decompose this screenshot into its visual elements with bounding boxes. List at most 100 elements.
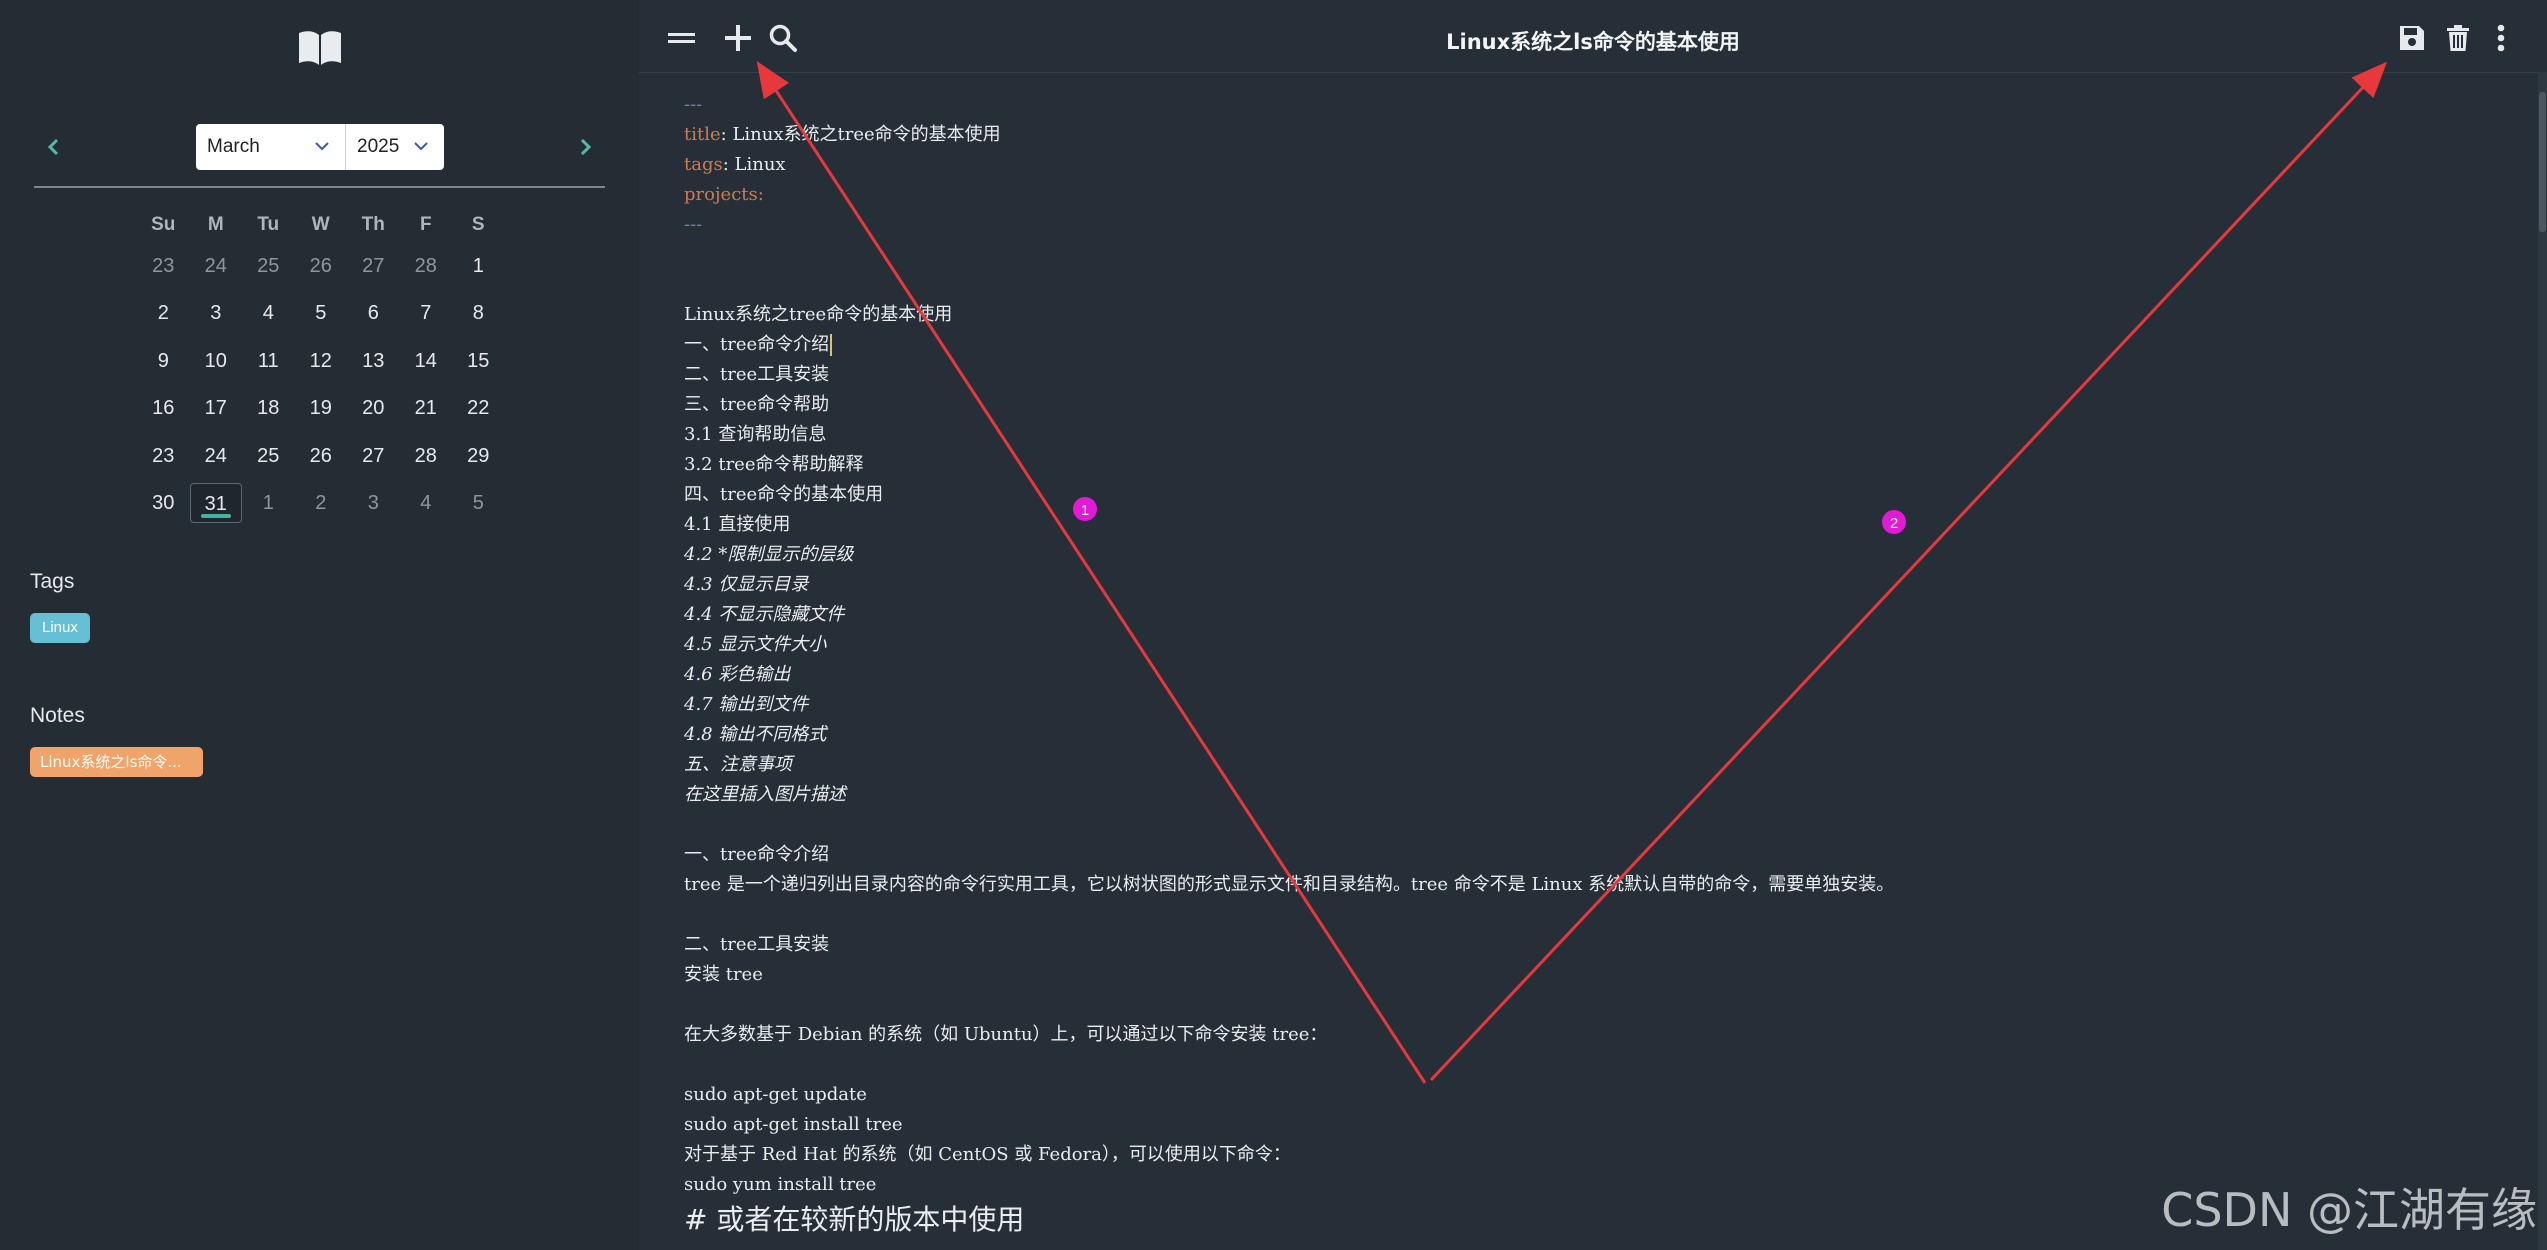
calendar-day[interactable]: 15: [452, 341, 505, 381]
calendar-day[interactable]: 3: [347, 483, 400, 523]
editor-scrollbar[interactable]: [2538, 72, 2547, 1250]
editor-line: 四、tree命令的基本使用: [684, 484, 884, 505]
weekday-label: Tu: [257, 214, 280, 235]
trash-icon[interactable]: [2442, 22, 2474, 54]
calendar-day[interactable]: 19: [295, 388, 348, 428]
calendar-day[interactable]: 4: [242, 293, 295, 333]
editor-line: 一、tree命令介绍: [684, 844, 830, 865]
editor-line: 安装 tree: [684, 964, 763, 985]
calendar-day[interactable]: 5: [452, 483, 505, 523]
calendar-day[interactable]: 14: [400, 341, 453, 381]
calendar-day[interactable]: 8: [452, 293, 505, 333]
frontmatter-tags-line: tags: Linux: [684, 154, 786, 175]
chevron-down-icon: [414, 142, 428, 151]
frontmatter-key: title: [684, 124, 721, 145]
calendar-day[interactable]: 6: [347, 293, 400, 333]
month-year-selector: March 2025: [196, 124, 444, 170]
frontmatter-delimiter: ---: [684, 214, 703, 235]
calendar-day[interactable]: 20: [347, 388, 400, 428]
calendar-day[interactable]: 25: [242, 246, 295, 286]
calendar-day[interactable]: 13: [347, 341, 400, 381]
main-panel: Linux系统之ls命令的基本使用 --- title: Linux系统之tre…: [639, 0, 2547, 1250]
calendar-day[interactable]: 27: [347, 436, 400, 476]
calendar-week-row: 23 24 25 26 27 28 29: [137, 432, 505, 480]
editor-line: 一、tree命令介绍: [684, 334, 830, 355]
calendar-day[interactable]: 9: [137, 341, 190, 381]
book-logo-icon[interactable]: [297, 29, 343, 67]
frontmatter-title-line: title: Linux系统之tree命令的基本使用: [684, 124, 1001, 145]
calendar-day[interactable]: 1: [452, 246, 505, 286]
editor-line: 4.7 输出到文件: [684, 694, 809, 715]
calendar-day[interactable]: 3: [190, 293, 243, 333]
calendar-day[interactable]: 2: [137, 293, 190, 333]
editor-line: 二、tree工具安装: [684, 934, 830, 955]
calendar-day[interactable]: 18: [242, 388, 295, 428]
calendar-day[interactable]: 1: [242, 483, 295, 523]
calendar-day[interactable]: 4: [400, 483, 453, 523]
calendar-divider: [34, 186, 605, 188]
year-select-value: 2025: [357, 136, 400, 157]
calendar-day[interactable]: 26: [295, 246, 348, 286]
markdown-editor[interactable]: --- title: Linux系统之tree命令的基本使用 tags: Lin…: [684, 90, 2474, 1240]
calendar-day[interactable]: 28: [400, 246, 453, 286]
calendar-day[interactable]: 11: [242, 341, 295, 381]
calendar-day[interactable]: 29: [452, 436, 505, 476]
tag-pill-linux[interactable]: Linux: [30, 613, 90, 643]
frontmatter-delimiter: ---: [684, 94, 703, 115]
weekday-label: Su: [151, 214, 176, 235]
frontmatter-value: Linux: [728, 154, 786, 175]
save-icon[interactable]: [2396, 22, 2428, 54]
calendar-day[interactable]: 24: [190, 246, 243, 286]
calendar-day[interactable]: 27: [347, 246, 400, 286]
weekday-label: M: [207, 214, 224, 235]
calendar-day[interactable]: 28: [400, 436, 453, 476]
editor-line: 对于基于 Red Hat 的系统（如 CentOS 或 Fedora），可以使用…: [684, 1144, 1291, 1165]
calendar-day[interactable]: 22: [452, 388, 505, 428]
note-item[interactable]: Linux系统之ls命令...: [30, 747, 203, 777]
editor-line: 在这里插入图片描述: [684, 784, 846, 805]
frontmatter-key: tags: [684, 154, 723, 175]
calendar-day[interactable]: 23: [137, 246, 190, 286]
chevron-left-icon: [47, 138, 59, 156]
frontmatter-key: projects: [684, 184, 758, 205]
chevron-right-icon: [580, 138, 592, 156]
editor-line-with-cursor: 一、tree命令介绍: [684, 330, 2474, 360]
tags-section-title: Tags: [30, 570, 75, 593]
weekday-label: W: [311, 214, 330, 235]
sidebar: March 2025 Su M Tu W Th F S 23 24 25 26: [0, 0, 639, 1250]
scrollbar-thumb[interactable]: [2539, 92, 2546, 232]
next-month-button[interactable]: [570, 132, 600, 162]
calendar-day[interactable]: 26: [295, 436, 348, 476]
calendar-day[interactable]: 16: [137, 388, 190, 428]
calendar-day[interactable]: 17: [190, 388, 243, 428]
weekday-label: Th: [361, 214, 385, 235]
weekday-label: F: [419, 214, 432, 235]
editor-line: sudo apt-get update: [684, 1084, 867, 1105]
year-select[interactable]: 2025: [346, 124, 444, 170]
calendar-day[interactable]: 30: [137, 483, 190, 523]
month-select[interactable]: March: [196, 124, 346, 170]
weekday-label: S: [471, 214, 485, 235]
prev-month-button[interactable]: [39, 132, 69, 162]
calendar-day[interactable]: 21: [400, 388, 453, 428]
calendar-day[interactable]: 12: [295, 341, 348, 381]
calendar-day[interactable]: 24: [190, 436, 243, 476]
toolbar: Linux系统之ls命令的基本使用: [639, 0, 2547, 73]
editor-line: 3.1 查询帮助信息: [684, 424, 827, 445]
calendar-day[interactable]: 10: [190, 341, 243, 381]
calendar-day[interactable]: 5: [295, 293, 348, 333]
calendar-day[interactable]: 23: [137, 436, 190, 476]
more-vertical-icon[interactable]: [2485, 22, 2517, 54]
calendar-day-today[interactable]: 31: [189, 483, 242, 524]
editor-line: tree 是一个递归列出目录内容的命令行实用工具，它以树状图的形式显示文件和目录…: [684, 874, 1895, 895]
calendar-day[interactable]: 2: [295, 483, 348, 523]
frontmatter-value: Linux系统之tree命令的基本使用: [726, 124, 1001, 145]
calendar-week-row: 16 17 18 19 20 21 22: [137, 385, 505, 433]
calendar-day[interactable]: 7: [400, 293, 453, 333]
notes-section-title: Notes: [30, 704, 85, 727]
calendar-day[interactable]: 25: [242, 436, 295, 476]
